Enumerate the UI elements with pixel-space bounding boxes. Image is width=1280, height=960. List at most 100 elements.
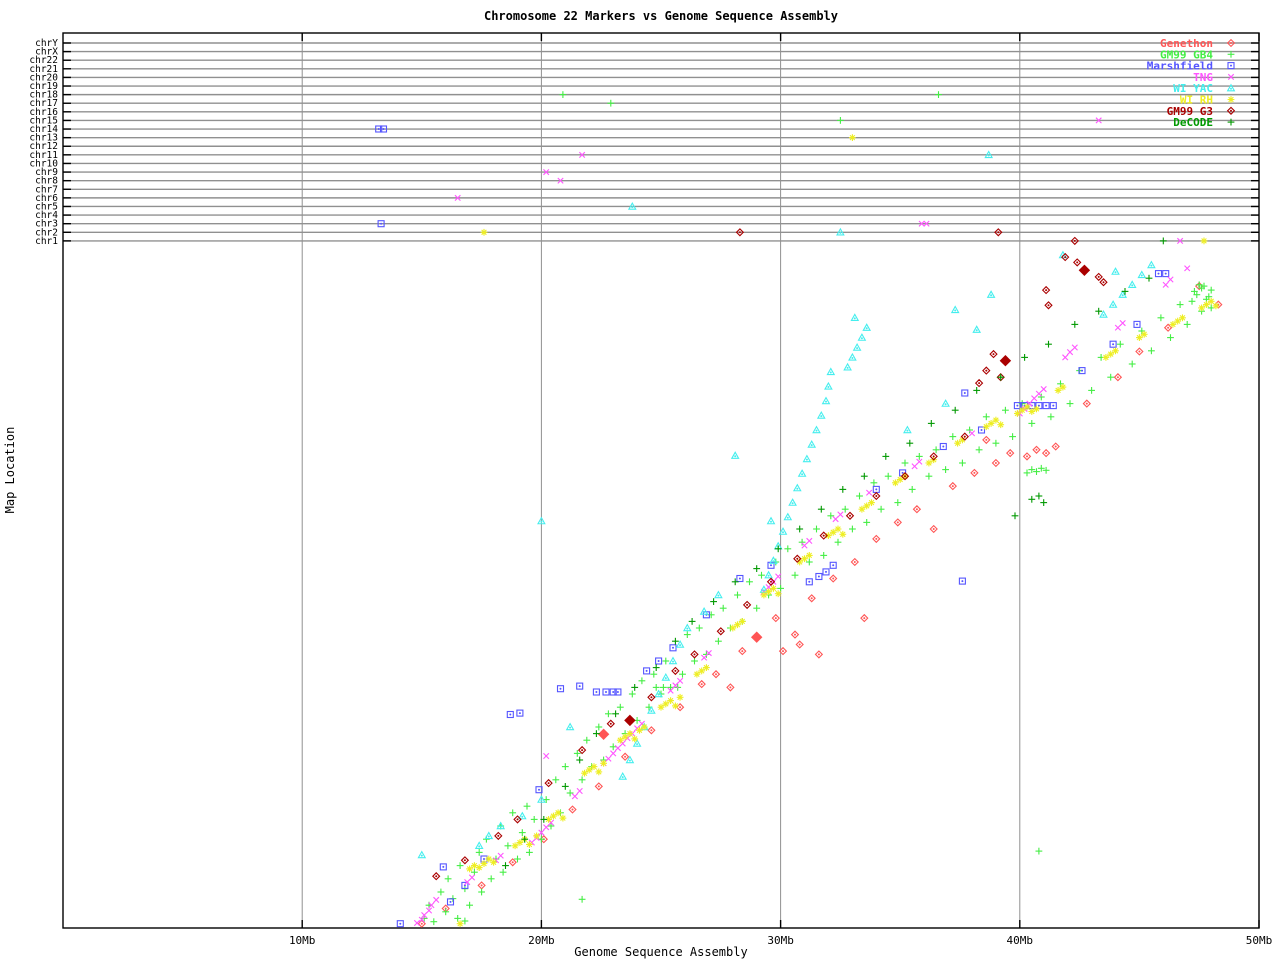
data-point (882, 452, 890, 460)
marker-dot (1229, 98, 1233, 101)
marker-dot (540, 799, 543, 802)
marker-dot (851, 357, 854, 359)
data-point (1227, 96, 1235, 103)
scatter-plot: chrYchrXchr22chr21chr20chr19chr18chr17ch… (3, 9, 1272, 959)
data-point (576, 787, 583, 795)
marker-dot (825, 570, 827, 573)
x-tick-label: 40Mb (1007, 934, 1034, 947)
data-point (610, 750, 617, 757)
marker-dot (980, 429, 983, 431)
data-point (771, 613, 780, 623)
marker-dot (1016, 412, 1019, 415)
data-point (543, 752, 550, 760)
marker-dot (1157, 272, 1160, 275)
data-point (872, 491, 881, 501)
data-point (1031, 395, 1038, 402)
marker-dot (715, 673, 717, 676)
data-point (941, 399, 950, 407)
marker-dot (583, 771, 586, 775)
data-point (783, 512, 793, 521)
data-point (561, 783, 569, 790)
data-point (1226, 106, 1236, 115)
marker-dot (961, 580, 964, 583)
marker-dot (478, 845, 481, 848)
data-point (1009, 433, 1016, 441)
marker-dot (700, 683, 703, 686)
marker-dot (581, 749, 584, 752)
marker-dot (597, 770, 601, 774)
marker-dot (468, 867, 471, 871)
marker-dot (963, 435, 966, 438)
data-point (1145, 274, 1153, 282)
data-point (597, 728, 610, 741)
data-point (1066, 400, 1074, 408)
marker-dot (487, 835, 490, 838)
data-point (731, 578, 739, 586)
data-point (820, 552, 828, 559)
series-decode (502, 274, 1153, 869)
data-point (626, 730, 634, 737)
data-point (932, 446, 940, 454)
marker-dot (782, 531, 784, 534)
marker-dot (578, 685, 581, 688)
data-point (466, 865, 474, 873)
marker-dot (849, 514, 851, 517)
marker-dot (836, 527, 840, 531)
data-point (1006, 448, 1015, 458)
data-point (1147, 260, 1156, 269)
marker-dot (786, 516, 789, 519)
data-point (652, 664, 660, 671)
marker-dot (817, 575, 820, 578)
data-point (750, 631, 763, 643)
data-point (764, 570, 773, 579)
data-point (982, 435, 991, 445)
marker-dot (528, 843, 531, 846)
marker-dot (679, 644, 682, 647)
data-point (1183, 320, 1191, 328)
marker-dot (815, 429, 818, 432)
data-point (766, 516, 776, 525)
marker-dot (556, 811, 560, 815)
marker-dot (518, 841, 522, 844)
data-point (912, 505, 922, 514)
data-point (576, 756, 584, 764)
marker-dot (839, 231, 842, 234)
data-point (1051, 442, 1060, 451)
data-point (829, 561, 837, 569)
marker-dot (420, 854, 423, 857)
marker-dot (963, 392, 966, 394)
data-point (1028, 419, 1036, 427)
data-point (577, 745, 587, 755)
marker-dot (1061, 385, 1065, 389)
marker-dot (738, 231, 741, 234)
marker-dot (942, 445, 945, 448)
data-point (950, 305, 960, 314)
marker-dot (736, 623, 739, 626)
data-point (813, 525, 820, 533)
marker-dot (1056, 389, 1060, 392)
marker-dot (480, 884, 483, 887)
data-point (806, 537, 813, 545)
marker-dot (631, 206, 634, 209)
data-point (814, 650, 824, 659)
data-point (1041, 285, 1051, 295)
data-point (703, 664, 710, 671)
marker-dot (746, 603, 749, 606)
marker-dot (820, 415, 823, 418)
data-point (807, 594, 816, 603)
data-point (929, 524, 938, 534)
data-point (826, 367, 836, 376)
marker-dot (547, 818, 550, 821)
data-point (1099, 278, 1108, 287)
chart-page: chrY chrX chr22 chr21 chr20 chr19 chr18 chr17 ch… (0, 0, 1280, 960)
data-point (571, 793, 579, 800)
marker-dot (1045, 452, 1048, 455)
marker-dot (535, 834, 538, 838)
marker-dot (832, 564, 835, 567)
marker-dot (1200, 306, 1203, 310)
data-point (977, 426, 986, 434)
data-point (595, 768, 603, 776)
marker-dot (954, 309, 957, 312)
data-point (989, 349, 998, 359)
x-tick-label: 20Mb (528, 934, 555, 947)
